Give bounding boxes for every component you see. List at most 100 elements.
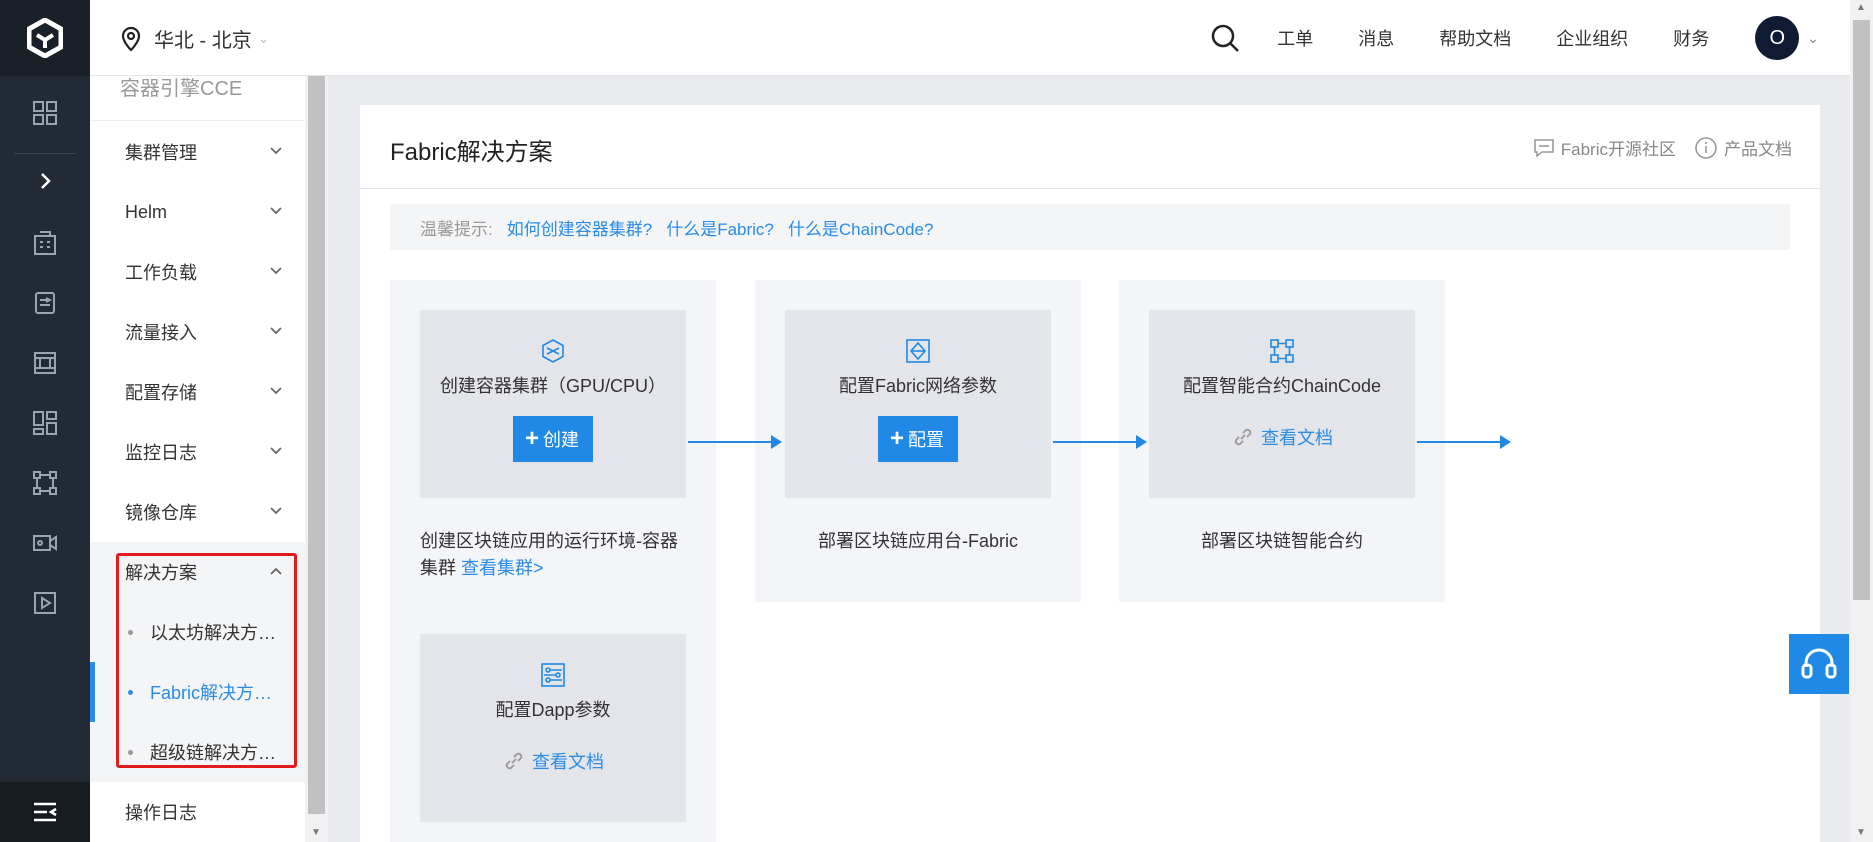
chevron-right-icon[interactable] (28, 164, 62, 198)
sidebar-item-helm[interactable]: Helm (90, 182, 305, 242)
step-title: 配置Fabric网络参数 (838, 376, 997, 396)
nav-finance[interactable]: 财务 (1673, 25, 1709, 51)
rail-divider (14, 153, 76, 154)
step-title: 配置智能合约ChainCode (1182, 376, 1382, 396)
step-description: 部署区块链智能合约 (1201, 531, 1363, 551)
page-title: Fabric解决方案 (390, 139, 553, 166)
step-description: 创建区块链应用的运行环境-容器集群 查看集群> (420, 528, 690, 582)
product-docs-label: 产品文档 (1724, 140, 1792, 159)
link-icon (1234, 428, 1252, 446)
server-icon[interactable] (28, 346, 62, 380)
create-button-label: 创建 (543, 430, 579, 450)
nav-organization[interactable]: 企业组织 (1556, 25, 1628, 51)
highlight-annotation-box (116, 553, 297, 768)
plus-icon: + (524, 425, 539, 452)
scroll-down-arrow-icon[interactable]: ▼ (311, 827, 321, 838)
step-box: 配置Fabric网络参数 + 配置 (785, 310, 1051, 498)
view-docs-link[interactable]: 查看文档 (502, 748, 604, 774)
fabric-network-icon (906, 339, 930, 363)
step-description: 部署区块链应用台-Fabric (817, 531, 1018, 551)
sidebar-item-workload[interactable]: 工作负载 (90, 242, 305, 302)
nav-tickets[interactable]: 工单 (1277, 25, 1313, 51)
customer-service-icon[interactable] (1789, 634, 1849, 694)
scroll-up-arrow-icon[interactable]: ▲ (1856, 2, 1866, 13)
flow-arrow (688, 435, 782, 449)
region-selector[interactable]: 华北 - 北京 ⌄ (120, 24, 270, 53)
sidebar-item-label: 工作负载 (125, 263, 197, 283)
collapse-menu-icon[interactable] (0, 782, 90, 842)
chevron-down-icon (270, 147, 282, 155)
view-cluster-link[interactable]: 查看集群> (461, 558, 544, 578)
flow-arrow (1053, 435, 1147, 449)
building-icon[interactable] (28, 226, 62, 260)
link-icon (505, 752, 523, 770)
left-rail (0, 0, 90, 842)
scroll-down-arrow-icon[interactable]: ▼ (1856, 827, 1866, 838)
grid-icon[interactable] (28, 96, 62, 130)
sidebar-item-label: 监控日志 (125, 443, 197, 463)
tip-link-what-is-chaincode[interactable]: 什么是ChainCode? (788, 215, 934, 240)
chevron-down-icon: ⌄ (257, 30, 270, 46)
flow-arrow (1417, 435, 1511, 449)
product-title: 容器引擎CCE (120, 78, 243, 100)
community-link-label: Fabric开源社区 (1560, 140, 1676, 159)
sidebar-divider (90, 120, 305, 121)
location-pin-icon (121, 26, 141, 52)
step-title: 创建容器集群（GPU/CPU） (439, 376, 666, 396)
top-header: 华北 - 北京 ⌄ 工单 消息 帮助文档 企业组织 财务 O ⌄ (90, 0, 1873, 76)
step-box: 配置智能合约ChainCode 查看文档 (1149, 310, 1415, 498)
tip-link-create-cluster[interactable]: 如何创建容器集群? (507, 215, 652, 240)
sidebar-item-label: 操作日志 (125, 803, 197, 823)
sidebar-item-label: 配置存储 (125, 383, 197, 403)
chevron-down-icon (270, 387, 282, 395)
cube-icon (542, 339, 564, 363)
dapp-config-icon (541, 663, 565, 687)
database-icon[interactable] (28, 286, 62, 320)
sidebar-item-label: 流量接入 (125, 323, 197, 343)
dashboard-icon[interactable] (28, 406, 62, 440)
card-header: Fabric解决方案 Fabric开源社区 产品文档 (360, 105, 1820, 189)
nav-help-docs[interactable]: 帮助文档 (1439, 25, 1511, 51)
sidebar-item-registry[interactable]: 镜像仓库 (90, 482, 305, 542)
sidebar-scrollbar[interactable]: ▼ (305, 76, 328, 842)
sidebar-item-monitoring[interactable]: 监控日志 (90, 422, 305, 482)
step-create-cluster: 创建容器集群（GPU/CPU） + 创建 创建区块链应用的运行环境-容器集群 查… (390, 280, 716, 842)
region-label: 华北 - 北京 (154, 30, 252, 52)
page-scrollbar[interactable]: ▲ ▼ (1850, 0, 1873, 842)
step-chaincode: 配置智能合约ChainCode 查看文档 部署区块链智能合约 (1119, 280, 1445, 602)
scrollbar-thumb[interactable] (308, 76, 325, 814)
network-icon[interactable] (28, 466, 62, 500)
chevron-down-icon (270, 207, 282, 215)
tip-bar: 温馨提示: 如何创建容器集群? 什么是Fabric? 什么是ChainCode? (390, 204, 1790, 250)
configure-button[interactable]: + 配置 (877, 416, 958, 462)
view-docs-label: 查看文档 (1261, 428, 1333, 448)
video-icon[interactable] (28, 526, 62, 560)
avatar[interactable]: O (1755, 16, 1800, 60)
sidebar-item-traffic[interactable]: 流量接入 (90, 302, 305, 362)
scrollbar-thumb[interactable] (1853, 20, 1870, 600)
step-title: 配置Dapp参数 (495, 700, 611, 720)
chevron-down-icon (270, 447, 282, 455)
logo-icon[interactable] (0, 0, 90, 76)
community-link[interactable]: Fabric开源社区 (1533, 135, 1676, 160)
top-nav: 工单 消息 帮助文档 企业组织 财务 O ⌄ (1209, 0, 1873, 76)
product-docs-link[interactable]: 产品文档 (1694, 135, 1792, 160)
create-button[interactable]: + 创建 (512, 416, 593, 462)
search-icon[interactable] (1209, 22, 1241, 54)
tip-link-what-is-fabric[interactable]: 什么是Fabric? (666, 215, 774, 240)
chat-icon (1533, 138, 1554, 158)
sidebar-item-cluster[interactable]: 集群管理 (90, 122, 305, 182)
plus-icon: + (889, 425, 904, 452)
sidebar-item-operation-log[interactable]: 操作日志 (90, 782, 305, 842)
chevron-down-icon (270, 267, 282, 275)
chaincode-icon (1270, 339, 1294, 363)
play-icon[interactable] (28, 586, 62, 620)
step-dapp-box: 配置Dapp参数 查看文档 (420, 634, 686, 822)
sidebar-item-config-storage[interactable]: 配置存储 (90, 362, 305, 422)
nav-messages[interactable]: 消息 (1358, 25, 1394, 51)
step-box: 创建容器集群（GPU/CPU） + 创建 (420, 310, 686, 498)
view-docs-link[interactable]: 查看文档 (1231, 424, 1333, 450)
chevron-down-icon (270, 327, 282, 335)
chevron-down-icon (270, 507, 282, 515)
chevron-down-icon[interactable]: ⌄ (1807, 30, 1819, 47)
